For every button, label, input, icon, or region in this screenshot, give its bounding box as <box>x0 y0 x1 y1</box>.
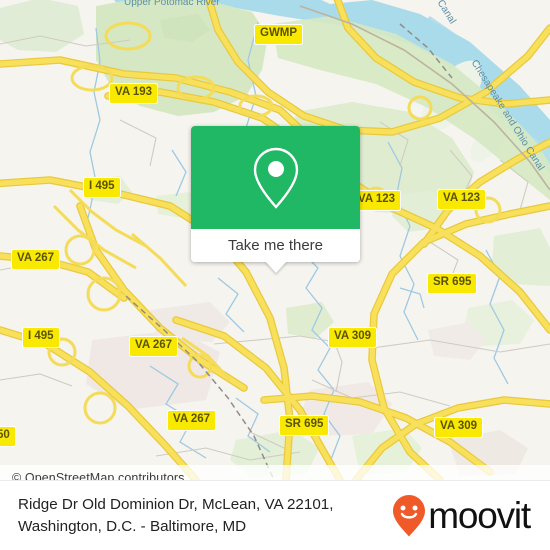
address-line-2: Washington, D.C. - Baltimore, MD <box>18 517 247 535</box>
road-shield-va-267-s: VA 267 <box>167 410 217 431</box>
osm-attribution-text: © OpenStreetMap contributors <box>12 470 185 481</box>
location-pin-icon <box>253 147 298 209</box>
popup-tail-pointer <box>264 261 287 273</box>
destination-popup-card[interactable]: Take me there <box>191 126 360 273</box>
road-shield-va-267-nw: VA 267 <box>11 249 61 270</box>
map-screenshot: Upper Potomac River Chesapeake and Ohio … <box>0 0 550 550</box>
road-shield-i-495-n: I 495 <box>83 177 121 198</box>
road-shield-va-193: VA 193 <box>109 83 159 104</box>
road-shield-i-495-s: I 495 <box>22 327 60 348</box>
address-line-1: Ridge Dr Old Dominion Dr, McLean, VA 221… <box>18 495 334 513</box>
road-shield-us-50: 50 <box>0 426 16 447</box>
road-shield-va-267-mid: VA 267 <box>129 336 179 357</box>
popup-action-area[interactable]: Take me there <box>191 229 360 262</box>
footer-bar: Ridge Dr Old Dominion Dr, McLean, VA 221… <box>0 480 550 550</box>
address-block: Ridge Dr Old Dominion Dr, McLean, VA 221… <box>18 494 333 538</box>
map-canvas[interactable]: Upper Potomac River Chesapeake and Ohio … <box>0 0 550 480</box>
popup-image-area <box>191 126 360 229</box>
road-shield-va-123-e: VA 123 <box>437 189 487 210</box>
road-shield-va-309-n: VA 309 <box>328 327 378 348</box>
moovit-logo[interactable]: moovit <box>392 494 536 538</box>
road-shield-sr-695-s: SR 695 <box>279 415 330 436</box>
map-attribution-bar: © OpenStreetMap contributors <box>0 465 550 480</box>
road-shield-gwmp: GWMP <box>254 24 304 45</box>
moovit-wordmark: moovit <box>428 495 531 536</box>
moovit-pin-icon <box>393 494 426 536</box>
road-shield-sr-695-e: SR 695 <box>427 273 478 294</box>
take-me-there-label: Take me there <box>227 237 324 254</box>
road-shield-va-309-s: VA 309 <box>434 417 484 438</box>
